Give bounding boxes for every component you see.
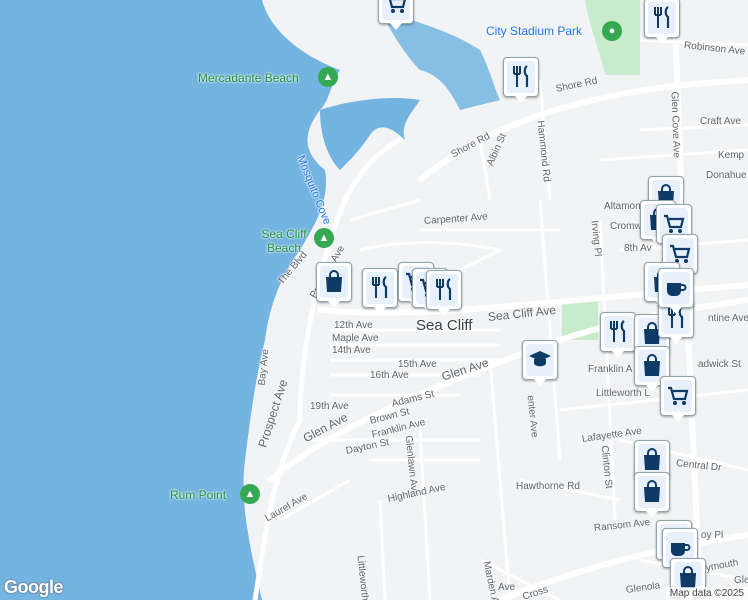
poi-label[interactable]: Rum Point [170, 488, 226, 502]
place-marker[interactable] [658, 268, 694, 314]
street-label: Franklin A [588, 364, 633, 375]
shopping-cart-icon [668, 386, 689, 405]
street-label: 8th Av [624, 243, 652, 254]
map-canvas[interactable]: City Stadium Park ● Mercadante Beach ▲ S… [0, 0, 748, 600]
street-label: Ave [498, 582, 516, 593]
street-label: 14th Ave [332, 345, 371, 356]
street-label: Hawthorne Rd [516, 481, 580, 492]
place-marker[interactable] [600, 312, 636, 358]
street-label: 15th Ave [398, 359, 437, 370]
place-marker[interactable] [426, 270, 462, 316]
street-label: Cromw [610, 221, 642, 232]
street-label: Maple Ave [332, 333, 379, 344]
poi-label[interactable]: Mercadante Beach [198, 71, 299, 85]
shopping-bag-icon [644, 448, 660, 470]
place-marker[interactable] [378, 0, 414, 30]
street-label: Kemp [718, 150, 745, 161]
shopping-bag-icon [644, 480, 660, 502]
place-marker[interactable] [522, 340, 558, 386]
town-label: Sea Cliff [416, 317, 473, 334]
cove-water [320, 98, 420, 170]
restaurant-icon [654, 6, 670, 28]
shopping-bag-icon [326, 270, 342, 292]
park-pin-icon[interactable]: ▲ [240, 484, 260, 504]
park-pin-icon[interactable]: ● [602, 21, 622, 41]
place-marker[interactable] [660, 376, 696, 422]
street-label: Glen Cove Ave [668, 91, 682, 159]
street-label: adwick St [698, 359, 741, 370]
park-pin-icon[interactable]: ▲ [318, 67, 338, 87]
restaurant-icon [513, 65, 529, 87]
place-marker[interactable] [316, 262, 352, 308]
map-attribution[interactable]: Map data ©2025 [665, 587, 748, 600]
street-label: Craft Ave [700, 116, 741, 127]
poi-label[interactable]: City Stadium Park [486, 24, 582, 38]
street-label: Altamont [604, 201, 644, 212]
restaurant-icon [372, 276, 388, 298]
shopping-cart-icon [388, 0, 406, 13]
restaurant-icon [610, 320, 626, 342]
street-label: oy Pl [701, 530, 724, 541]
coffee-icon [667, 283, 687, 296]
street-label: ntine Ave [708, 313, 748, 324]
place-marker[interactable] [634, 472, 670, 518]
google-logo: Google [4, 577, 64, 597]
restaurant-icon [436, 278, 452, 300]
place-marker[interactable] [362, 268, 398, 314]
park-pin-icon[interactable]: ▲ [314, 228, 334, 248]
street-label: 16th Ave [370, 370, 409, 381]
place-marker[interactable] [644, 0, 680, 44]
place-marker[interactable] [503, 57, 539, 103]
school-icon [529, 351, 551, 367]
street-label: Glen [734, 575, 748, 586]
street-label: 12th Ave [334, 320, 373, 331]
street-label: Donahue [706, 170, 747, 181]
street-label: Littleworth L [596, 388, 650, 399]
